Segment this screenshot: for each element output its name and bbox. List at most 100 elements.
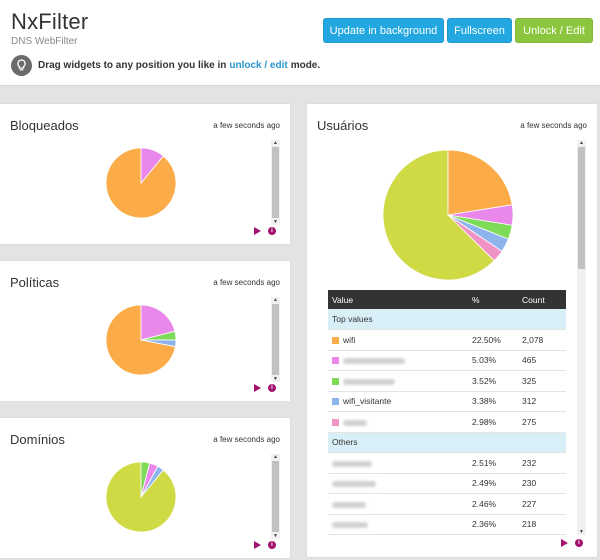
group-row-others: Others <box>328 432 566 453</box>
table-row[interactable]: 2.46% 227 <box>328 493 566 515</box>
table-row[interactable]: 3.52% 325 <box>328 370 566 392</box>
scrollbar[interactable]: ▲ ▼ <box>271 297 280 382</box>
scrollbar-thumb[interactable] <box>272 147 279 218</box>
pie-slice[interactable] <box>447 150 513 216</box>
widget-timestamp: a few seconds ago <box>213 121 280 130</box>
percent-cell: 2.51% <box>468 452 518 474</box>
play-icon[interactable] <box>254 384 261 392</box>
value-cell: wifi_visitante <box>328 391 468 412</box>
table-row[interactable]: wifi_visitante 3.38% 312 <box>328 391 566 412</box>
scrollbar[interactable]: ▲ ▼ <box>271 140 280 225</box>
percent-cell: 5.03% <box>468 350 518 371</box>
group-label: Top values <box>328 309 566 330</box>
usuarios-table: Value % Count Top values wifi 22.50% 2,0… <box>328 290 566 535</box>
widget-politicas[interactable]: Políticas a few seconds ago ▲ ▼ i <box>0 260 291 402</box>
column-header-percent[interactable]: % <box>468 290 518 309</box>
count-cell: 230 <box>518 473 566 494</box>
info-icon[interactable]: i <box>268 384 276 392</box>
scroll-up-arrow-icon[interactable]: ▲ <box>271 454 280 460</box>
scroll-up-arrow-icon[interactable]: ▲ <box>271 140 280 146</box>
scrollbar-thumb[interactable] <box>272 461 279 532</box>
widget-controls: i <box>561 539 583 547</box>
column-header-value[interactable]: Value <box>328 290 468 309</box>
widget-timestamp: a few seconds ago <box>520 121 587 130</box>
table-row[interactable]: 2.51% 232 <box>328 452 566 474</box>
count-cell: 465 <box>518 350 566 371</box>
widget-title: Bloqueados <box>10 118 79 133</box>
count-cell: 325 <box>518 370 566 392</box>
scrollbar[interactable]: ▲ ▼ <box>271 454 280 539</box>
table-row[interactable]: 2.36% 218 <box>328 514 566 535</box>
table-row[interactable]: 5.03% 465 <box>328 350 566 371</box>
widget-timestamp: a few seconds ago <box>213 435 280 444</box>
widget-title: Domínios <box>10 432 65 447</box>
widget-title: Usuários <box>317 118 369 133</box>
table-row[interactable]: wifi 22.50% 2,078 <box>328 329 566 351</box>
value-cell <box>328 514 468 535</box>
redacted-value <box>332 522 368 528</box>
series-swatch <box>332 357 339 365</box>
percent-cell: 2.36% <box>468 514 518 535</box>
widget-timestamp: a few seconds ago <box>213 278 280 287</box>
value-cell <box>328 411 468 433</box>
group-row-top-values: Top values <box>328 309 566 330</box>
count-cell: 2,078 <box>518 329 566 351</box>
count-cell: 312 <box>518 391 566 412</box>
table-row[interactable]: 2.49% 230 <box>328 473 566 494</box>
series-swatch <box>332 418 339 426</box>
widget-controls: i <box>254 384 276 392</box>
redacted-value <box>343 358 405 364</box>
scrollbar-thumb[interactable] <box>578 147 585 269</box>
value-text: wifi <box>343 334 356 345</box>
group-label: Others <box>328 432 566 453</box>
scroll-down-arrow-icon[interactable]: ▼ <box>271 219 280 225</box>
info-icon[interactable]: i <box>575 539 583 547</box>
unlock-edit-button[interactable]: Unlock / Edit <box>515 18 593 43</box>
table-row[interactable]: 2.98% 275 <box>328 411 566 433</box>
scrollbar-thumb[interactable] <box>272 304 279 375</box>
info-icon[interactable]: i <box>268 541 276 549</box>
scrollbar[interactable]: ▲ ▼ <box>577 140 586 535</box>
widget-usuarios[interactable]: Usuários a few seconds ago Value % Count… <box>306 103 598 558</box>
info-icon[interactable]: i <box>268 227 276 235</box>
unlock-edit-link[interactable]: unlock / edit <box>229 60 287 71</box>
app-title: NxFilter <box>11 9 89 34</box>
percent-cell: 3.52% <box>468 370 518 392</box>
series-swatch <box>332 398 339 406</box>
widget-title: Políticas <box>10 275 60 290</box>
scroll-up-arrow-icon[interactable]: ▲ <box>577 140 586 146</box>
lightbulb-icon <box>11 55 32 76</box>
redacted-value <box>343 419 367 426</box>
hint-text-before: Drag widgets to any position you like in <box>38 60 227 71</box>
widget-bloqueados[interactable]: Bloqueados a few seconds ago ▲ ▼ i <box>0 103 291 245</box>
column-header-count[interactable]: Count <box>518 290 566 309</box>
fullscreen-button[interactable]: Fullscreen <box>447 18 512 43</box>
series-swatch <box>332 377 339 385</box>
scroll-down-arrow-icon[interactable]: ▼ <box>271 376 280 382</box>
count-cell: 218 <box>518 514 566 535</box>
redacted-value <box>332 501 366 508</box>
redacted-value <box>332 481 376 487</box>
value-cell <box>328 473 468 494</box>
play-icon[interactable] <box>254 227 261 235</box>
redacted-value <box>343 378 395 385</box>
value-cell <box>328 350 468 371</box>
value-text: wifi_visitante <box>343 396 392 407</box>
count-cell: 232 <box>518 452 566 474</box>
play-icon[interactable] <box>561 539 568 547</box>
widget-controls: i <box>254 541 276 549</box>
pie-chart-bloqueados <box>106 148 176 218</box>
redacted-value <box>332 460 372 467</box>
widget-dominios[interactable]: Domínios a few seconds ago ▲ ▼ i <box>0 417 291 559</box>
update-in-background-button[interactable]: Update in background <box>323 18 444 43</box>
value-cell <box>328 452 468 474</box>
table-header-row: Value % Count <box>328 290 566 309</box>
pie-chart-usuarios <box>383 150 513 280</box>
count-cell: 227 <box>518 493 566 515</box>
play-icon[interactable] <box>254 541 261 549</box>
scroll-down-arrow-icon[interactable]: ▼ <box>271 533 280 539</box>
scroll-up-arrow-icon[interactable]: ▲ <box>271 297 280 303</box>
scroll-down-arrow-icon[interactable]: ▼ <box>577 529 586 535</box>
percent-cell: 2.49% <box>468 473 518 494</box>
drag-hint: Drag widgets to any position you like in… <box>11 55 320 76</box>
